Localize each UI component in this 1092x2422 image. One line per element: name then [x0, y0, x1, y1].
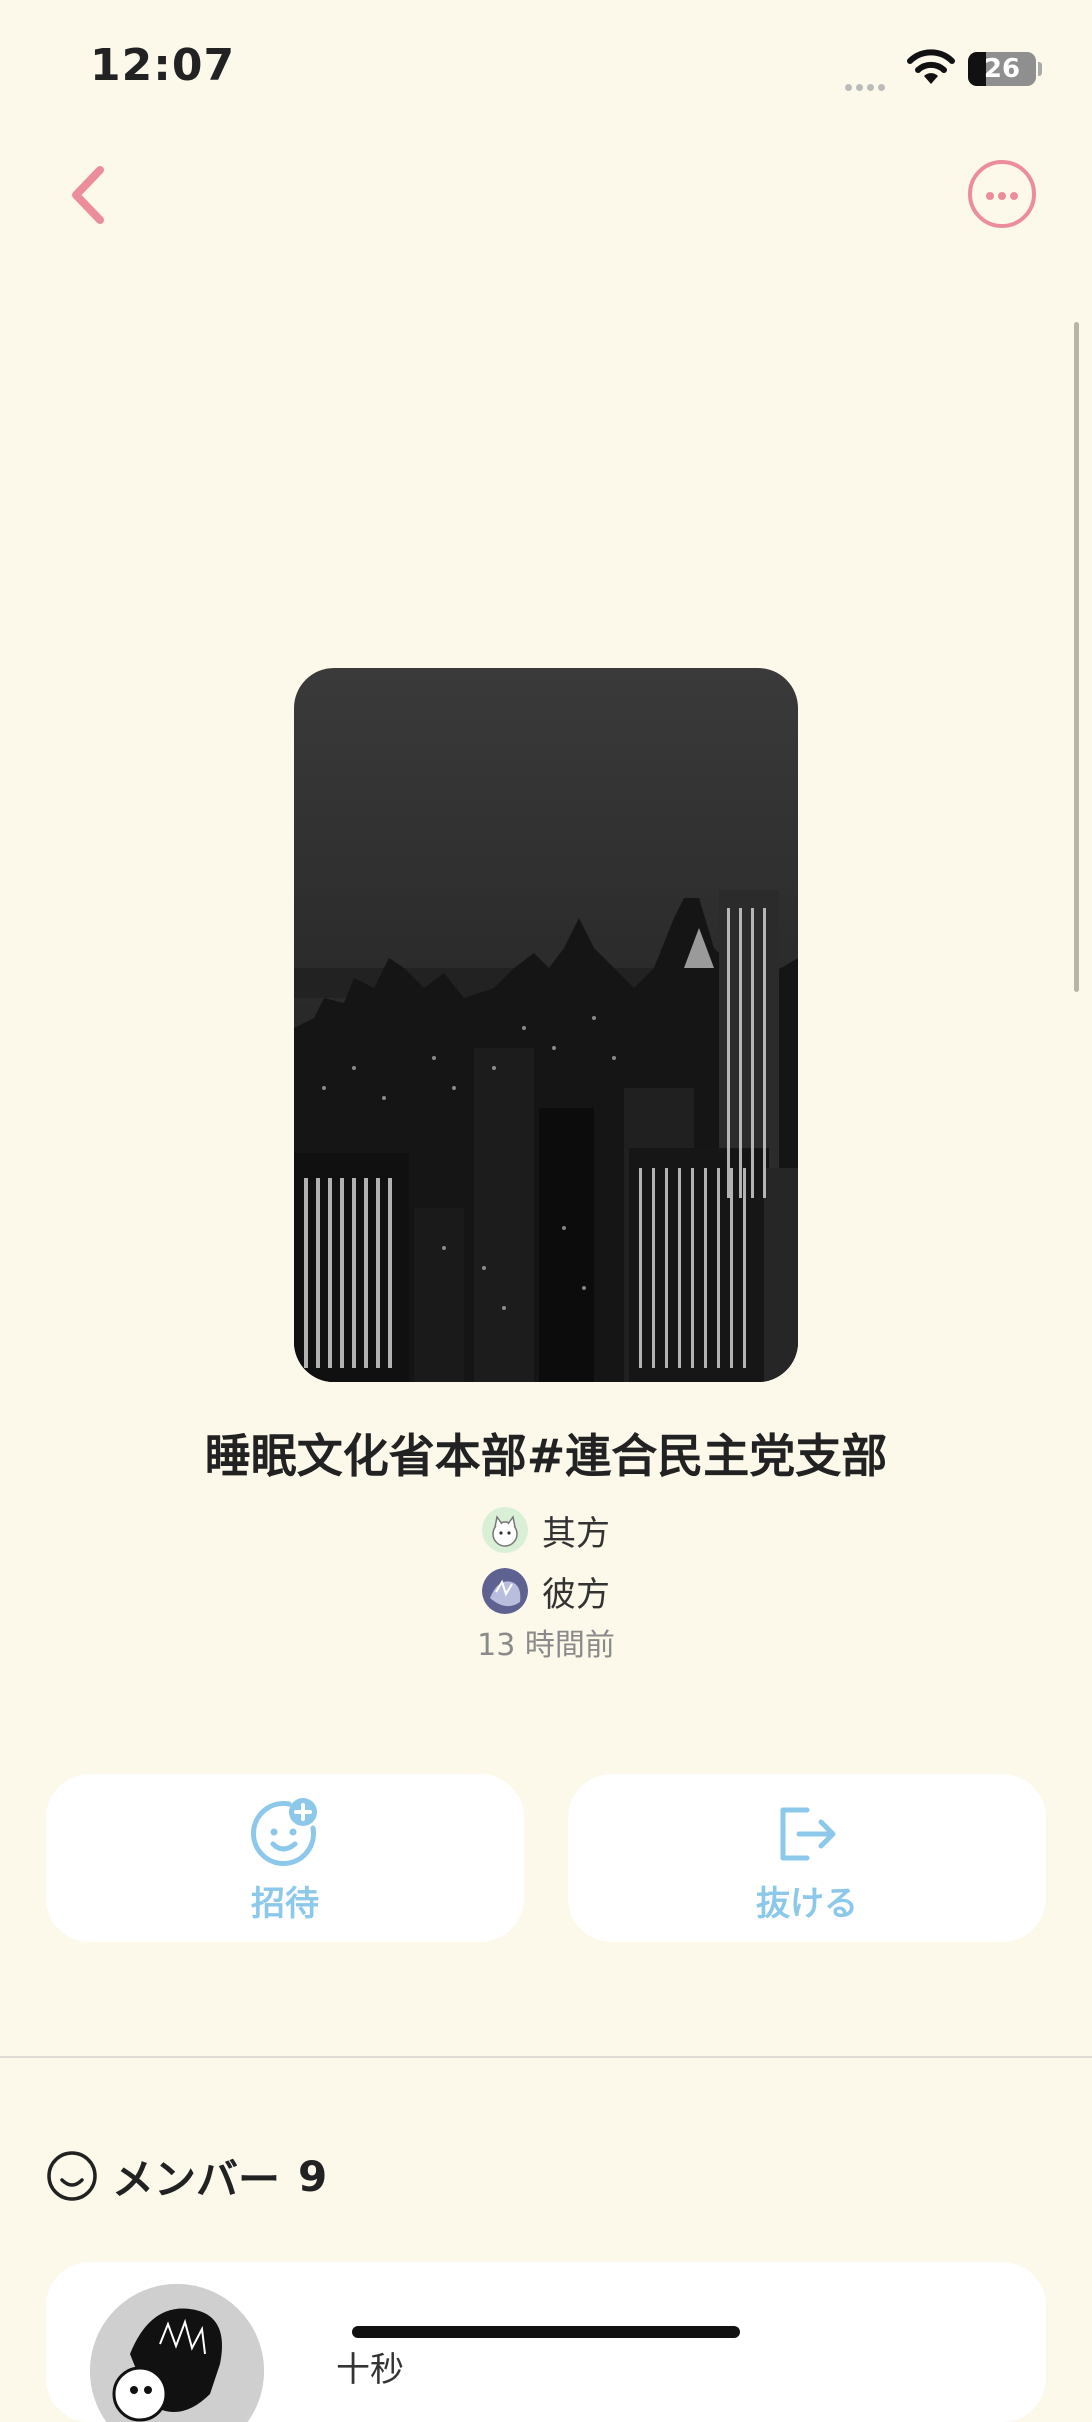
- exit-icon: [780, 1807, 836, 1861]
- battery-tip: [1038, 62, 1042, 76]
- cellular-signal-icon: [845, 76, 889, 95]
- creator-name: 彼方: [542, 1574, 610, 1615]
- creator-row[interactable]: 彼方: [0, 1566, 1092, 1616]
- invite-button[interactable]: 招待: [46, 1774, 524, 1942]
- smile-plus-icon: [251, 1798, 317, 1866]
- member-name: 十秒: [336, 2350, 404, 2390]
- scrollbar[interactable]: [1074, 322, 1079, 992]
- creator-row[interactable]: 其方: [0, 1505, 1092, 1555]
- chevron-left-icon: [72, 166, 104, 224]
- dot: [986, 192, 994, 200]
- smile-icon: [47, 2151, 97, 2201]
- anime-avatar-icon: [482, 1568, 528, 1614]
- leave-button[interactable]: 抜ける: [568, 1774, 1046, 1942]
- dot: [1010, 192, 1018, 200]
- status-bar: 12:07 26: [0, 0, 1092, 130]
- dot: [998, 192, 1006, 200]
- home-indicator[interactable]: [352, 2326, 740, 2338]
- cat-avatar-icon: [482, 1507, 528, 1553]
- leave-label: 抜ける: [756, 1884, 858, 1924]
- back-button[interactable]: [60, 160, 120, 230]
- section-divider: [0, 2056, 1092, 2058]
- more-options-button[interactable]: [968, 160, 1036, 228]
- members-header: メンバー 9: [46, 2146, 327, 2206]
- invite-label: 招待: [251, 1884, 319, 1924]
- battery-percentage: 26: [983, 54, 1021, 84]
- member-avatar: [90, 2284, 264, 2422]
- members-count: 9: [298, 2151, 328, 2201]
- created-time: 13 時間前: [477, 1628, 615, 1663]
- status-time: 12:07: [90, 40, 236, 91]
- members-title: メンバー: [112, 2154, 281, 2204]
- group-title: 睡眠文化省本部#連合民主党支部: [204, 1429, 888, 1483]
- wifi-icon: [907, 49, 955, 84]
- creator-name: 其方: [542, 1513, 610, 1554]
- member-list-item[interactable]: 十秒: [46, 2262, 1046, 2422]
- battery-icon: 26: [968, 52, 1036, 86]
- group-cover-image: [294, 668, 798, 1382]
